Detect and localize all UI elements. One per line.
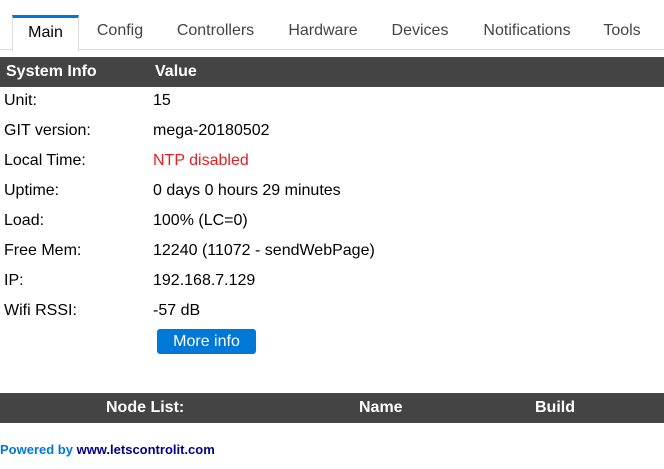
tab-main[interactable]: Main xyxy=(12,15,79,51)
info-row-free-mem: Free Mem: 12240 (11072 - sendWebPage) xyxy=(0,237,664,267)
info-row-load: Load: 100% (LC=0) xyxy=(0,207,664,237)
tab-tools[interactable]: Tools xyxy=(596,15,648,50)
node-list-header-label: Node List: xyxy=(106,399,185,416)
info-label: Load: xyxy=(4,212,45,229)
system-info-header: System Info Value xyxy=(0,57,664,87)
info-value: -57 dB xyxy=(153,302,201,319)
footer-prefix: Powered by xyxy=(0,442,77,457)
info-value: mega-20180502 xyxy=(153,122,270,139)
tab-bar: Main Config Controllers Hardware Devices… xyxy=(0,0,664,51)
node-list-header-build: Build xyxy=(535,399,575,416)
info-label: Local Time: xyxy=(4,152,86,169)
info-row-wifi-rssi: Wifi RSSI: -57 dB xyxy=(0,297,664,327)
tab-notifications[interactable]: Notifications xyxy=(472,15,582,50)
node-list-header: Node List: Name Build xyxy=(0,393,664,423)
info-row-local-time: Local Time: NTP disabled xyxy=(0,147,664,177)
footer-link[interactable]: www.letscontrolit.com xyxy=(77,442,215,457)
info-row-uptime: Uptime: 0 days 0 hours 29 minutes xyxy=(0,177,664,207)
info-value: 100% (LC=0) xyxy=(153,212,248,229)
info-label: Wifi RSSI: xyxy=(4,302,77,319)
info-value: 15 xyxy=(153,92,171,109)
tab-devices[interactable]: Devices xyxy=(380,15,460,50)
info-value: 0 days 0 hours 29 minutes xyxy=(153,182,341,199)
info-label: Unit: xyxy=(4,92,37,109)
info-value: 12240 (11072 - sendWebPage) xyxy=(153,242,375,259)
info-value: 192.168.7.129 xyxy=(153,272,256,289)
info-label: Uptime: xyxy=(4,182,60,199)
more-info-button[interactable]: More info xyxy=(157,329,256,354)
info-value-warning: NTP disabled xyxy=(153,152,249,169)
system-info-header-value: Value xyxy=(155,63,197,80)
tab-config[interactable]: Config xyxy=(84,15,156,50)
node-list-header-name: Name xyxy=(359,399,403,416)
info-row-ip: IP: 192.168.7.129 xyxy=(0,267,664,297)
footer: Powered by www.letscontrolit.com xyxy=(0,442,215,457)
info-label: IP: xyxy=(4,272,24,289)
info-label: Free Mem: xyxy=(4,242,82,259)
tab-controllers[interactable]: Controllers xyxy=(166,15,265,50)
info-row-git-version: GIT version: mega-20180502 xyxy=(0,117,664,147)
tab-hardware[interactable]: Hardware xyxy=(277,15,369,50)
system-info-header-label: System Info xyxy=(6,63,97,80)
info-label: GIT version: xyxy=(4,122,91,139)
info-row-unit: Unit: 15 xyxy=(0,87,664,117)
